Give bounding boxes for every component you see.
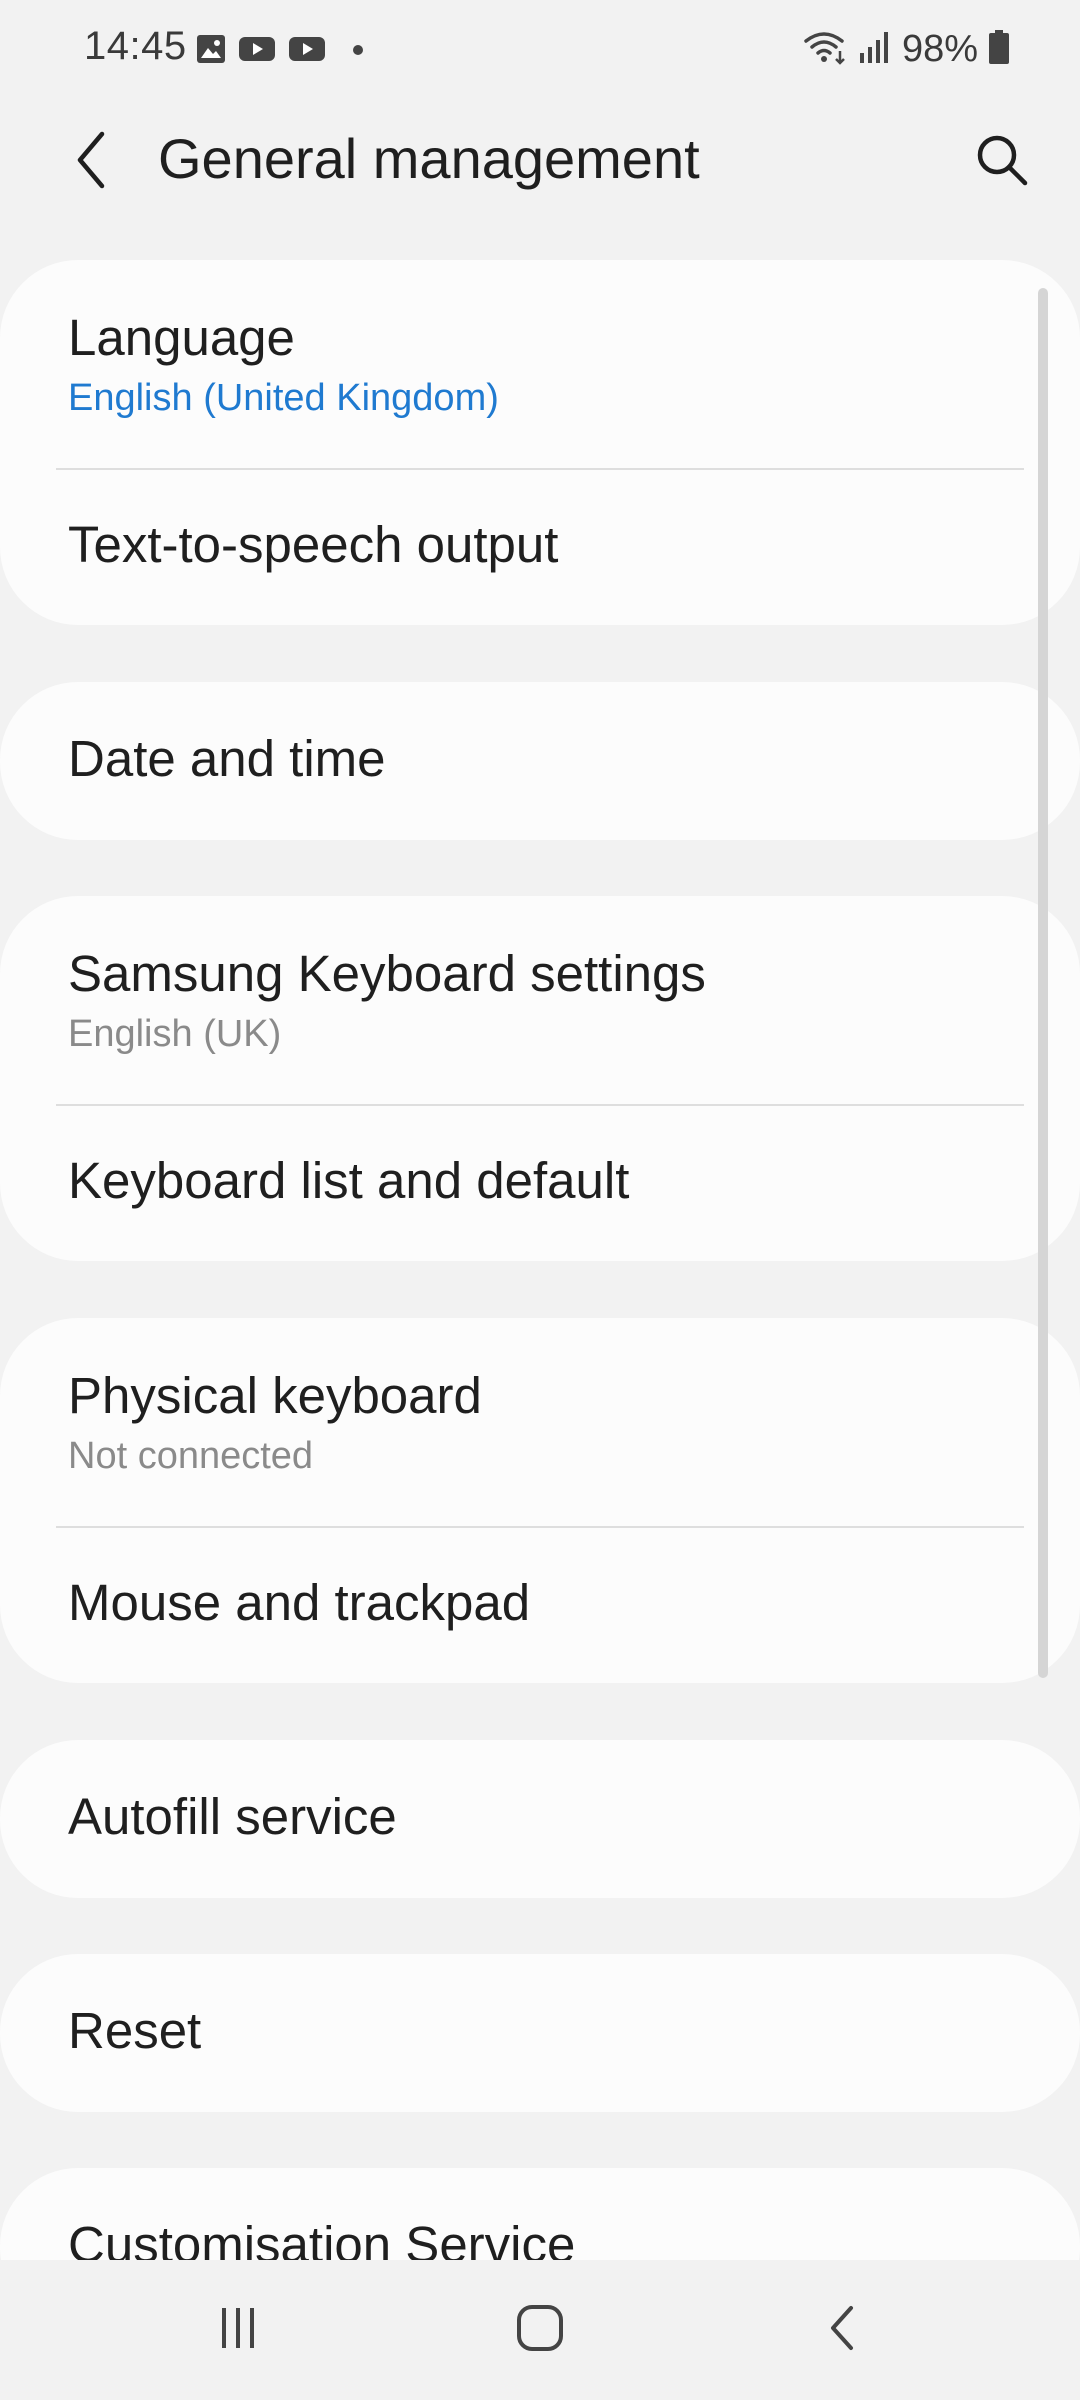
card-date-time: Date and time [0, 682, 1080, 840]
item-subtitle: English (UK) [68, 1013, 282, 1055]
list-item-keyboard-list[interactable]: Keyboard list and default [0, 1106, 1080, 1261]
battery-percentage: 98% [901, 28, 978, 70]
card-autofill: Autofill service [0, 1740, 1080, 1898]
settings-list: Language English (United Kingdom) Text-t… [0, 260, 1080, 2260]
card-input-devices: Physical keyboard Not connected Mouse an… [0, 1318, 1080, 1683]
item-title: Date and time [68, 730, 386, 787]
list-item-customisation[interactable]: Customisation Service [0, 2168, 1080, 2260]
back-icon [827, 2304, 857, 2357]
card-customisation: Customisation Service [0, 2168, 1080, 2260]
battery-icon [988, 29, 1010, 70]
screen: 14:45 98% General management Language En… [0, 0, 1080, 2400]
system-status-icons: 98% [804, 28, 1010, 71]
status-time: 14:45 [84, 24, 187, 68]
search-icon [975, 133, 1029, 192]
card-keyboard: Samsung Keyboard settings English (UK) K… [0, 896, 1080, 1261]
dot-icon [352, 43, 364, 61]
list-item-text-to-speech[interactable]: Text-to-speech output [0, 470, 1080, 625]
list-item-mouse-trackpad[interactable]: Mouse and trackpad [0, 1528, 1080, 1683]
item-title: Samsung Keyboard settings [68, 945, 706, 1002]
item-title: Customisation Service [68, 2216, 576, 2260]
item-title: Reset [68, 2002, 202, 2059]
card-reset: Reset [0, 1954, 1080, 2112]
item-title: Text-to-speech output [68, 516, 559, 573]
signal-icon [858, 29, 892, 70]
item-title: Autofill service [68, 1788, 397, 1845]
card-language: Language English (United Kingdom) Text-t… [0, 260, 1080, 625]
item-title: Physical keyboard [68, 1367, 482, 1424]
recents-button[interactable] [178, 2290, 298, 2370]
youtube-icon [288, 34, 326, 69]
back-button[interactable] [52, 122, 132, 202]
gallery-icon [196, 34, 226, 69]
item-title: Language [68, 309, 295, 366]
wifi-icon [804, 29, 848, 70]
home-icon [516, 2304, 564, 2357]
navigation-bar [0, 2260, 1080, 2400]
list-item-physical-keyboard[interactable]: Physical keyboard Not connected [0, 1318, 1080, 1528]
item-subtitle: Not connected [68, 1435, 314, 1477]
list-item-autofill[interactable]: Autofill service [0, 1740, 1080, 1898]
youtube-icon [238, 34, 276, 69]
chevron-left-icon [72, 130, 112, 195]
list-item-reset[interactable]: Reset [0, 1954, 1080, 2112]
list-item-date-time[interactable]: Date and time [0, 682, 1080, 840]
app-header: General management [0, 100, 1080, 260]
status-bar: 14:45 98% [0, 0, 1080, 100]
home-button[interactable] [480, 2290, 600, 2370]
list-item-language[interactable]: Language English (United Kingdom) [0, 260, 1080, 470]
item-subtitle: English (United Kingdom) [68, 377, 499, 419]
item-title: Mouse and trackpad [68, 1574, 531, 1631]
item-title: Keyboard list and default [68, 1152, 630, 1209]
list-item-samsung-keyboard[interactable]: Samsung Keyboard settings English (UK) [0, 896, 1080, 1106]
page-title: General management [158, 127, 700, 190]
recents-icon [216, 2306, 260, 2355]
search-button[interactable] [962, 122, 1042, 202]
scrollbar[interactable] [1038, 288, 1048, 1678]
nav-back-button[interactable] [782, 2290, 902, 2370]
notification-icons [196, 34, 364, 69]
